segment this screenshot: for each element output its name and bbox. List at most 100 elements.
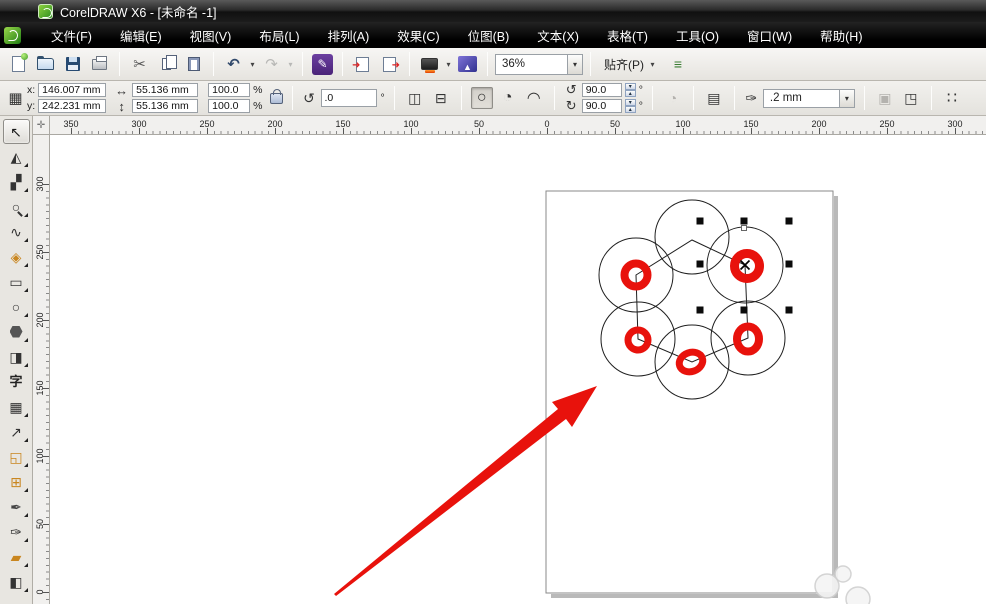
tool-freehand[interactable]: ∿ <box>3 219 30 244</box>
outline-width-combo[interactable]: .2 mm ▾ <box>763 89 855 108</box>
object-width-input[interactable] <box>132 83 198 97</box>
export-button[interactable] <box>377 52 402 77</box>
selection-handle[interactable] <box>786 307 793 314</box>
zoom-level-dropdown[interactable]: ▾ <box>567 55 582 74</box>
item-help[interactable]: 帮助(H) <box>806 22 876 49</box>
copy-button[interactable] <box>154 52 179 77</box>
arc-mode-button[interactable]: ◠ <box>523 87 545 109</box>
tool-crop[interactable]: ▞ <box>3 169 30 194</box>
item-text[interactable]: 文本(X) <box>523 22 593 49</box>
tool-ellipse[interactable]: ○ <box>3 294 30 319</box>
application-launcher-dropdown[interactable]: ▾ <box>444 60 453 69</box>
tool-shape[interactable]: ◭ <box>3 144 30 169</box>
scale-h-input[interactable] <box>208 83 250 97</box>
item-file[interactable]: 文件(F) <box>37 22 106 49</box>
application-launcher-button[interactable] <box>417 52 442 77</box>
menu-items: 文件(F)编辑(E)视图(V)布局(L)排列(A)效果(C)位图(B)文本(X)… <box>37 22 876 49</box>
undo-button[interactable]: ↶ <box>221 52 246 77</box>
redo-dropdown[interactable]: ▾ <box>286 60 295 69</box>
convert-to-curves-button[interactable]: ∷ <box>941 87 963 109</box>
selection-handle[interactable] <box>786 218 793 225</box>
to-front-button[interactable]: ▣ <box>874 87 896 109</box>
end-angle-spinner[interactable]: ▾▴ <box>625 99 636 113</box>
ruler-origin-icon[interactable]: ✛ <box>33 116 50 135</box>
selection-handle[interactable] <box>697 307 704 314</box>
start-angle-input[interactable] <box>582 83 622 97</box>
redo-button[interactable]: ↷ <box>259 52 284 77</box>
cut-button[interactable]: ✂ <box>127 52 152 77</box>
open-button[interactable] <box>33 52 58 77</box>
paste-button[interactable] <box>181 52 206 77</box>
ellipse-node[interactable] <box>742 226 747 231</box>
ellipse-mode-button[interactable]: ○ <box>471 87 493 109</box>
tool-interactive-fill[interactable]: ◧ <box>3 569 30 594</box>
vertical-ruler[interactable]: 300250200150100500 <box>33 135 50 604</box>
item-table[interactable]: 表格(T) <box>593 22 662 49</box>
item-effects[interactable]: 效果(C) <box>383 22 453 49</box>
pie-mode-button[interactable]: ◔ <box>497 87 519 109</box>
item-arrange[interactable]: 排列(A) <box>314 22 384 49</box>
lock-ratio-button[interactable] <box>270 93 283 104</box>
tool-text[interactable]: 字 <box>3 369 30 394</box>
tool-fill[interactable]: ▰ <box>3 544 30 569</box>
options-button[interactable]: ≡ <box>665 52 690 77</box>
import-button[interactable] <box>350 52 375 77</box>
tool-dimension[interactable]: ↗ <box>3 419 30 444</box>
mirror-horizontal-button[interactable]: ◫ <box>404 87 426 109</box>
save-button[interactable] <box>60 52 85 77</box>
selection-handle[interactable] <box>697 218 704 225</box>
new-document-button[interactable] <box>6 52 31 77</box>
x-position-input[interactable] <box>38 83 106 97</box>
item-window[interactable]: 窗口(W) <box>733 22 806 49</box>
text-wrap-button[interactable]: ▤ <box>703 87 725 109</box>
drawing-canvas[interactable] <box>50 135 986 604</box>
outline-width-dropdown[interactable]: ▾ <box>839 90 854 107</box>
item-tools[interactable]: 工具(O) <box>662 22 733 49</box>
tool-outline-pen[interactable]: ✑ <box>3 519 30 544</box>
item-view[interactable]: 视图(V) <box>176 22 246 49</box>
to-back-button[interactable]: ◳ <box>900 87 922 109</box>
item-bitmaps[interactable]: 位图(B) <box>454 22 524 49</box>
object-height-input[interactable] <box>132 99 198 113</box>
tool-basic-shapes[interactable]: ◨ <box>3 344 30 369</box>
start-angle-spinner[interactable]: ▾▴ <box>625 83 636 97</box>
snap-to-dropdown[interactable]: ▾ <box>648 60 657 69</box>
ruler-label: 300 <box>947 119 962 129</box>
scale-v-input[interactable] <box>208 99 250 113</box>
tool-pick[interactable]: ↖ <box>3 119 30 144</box>
tool-polygon[interactable]: ⬡ <box>3 319 30 344</box>
tool-rectangle[interactable]: ▭ <box>3 269 30 294</box>
selection-handle[interactable] <box>741 218 748 225</box>
welcome-screen-button[interactable]: ▲ <box>455 52 480 77</box>
propbar-separator <box>461 86 462 110</box>
snap-to-button[interactable]: 贴齐(P) ▾ <box>598 53 663 76</box>
tool-zoom[interactable]: ○ <box>3 194 30 219</box>
tool-eyedropper[interactable]: ✒ <box>3 494 30 519</box>
tool-connector[interactable]: ◱ <box>3 444 30 469</box>
rotation-angle-input[interactable] <box>321 89 377 107</box>
search-content-button[interactable]: ✎ <box>310 52 335 77</box>
item-layout[interactable]: 布局(L) <box>245 22 313 49</box>
y-position-input[interactable] <box>38 99 106 113</box>
standard-toolbar: ✂ ↶ ▾ ↷ ▾ ✎ ▾ ▲ 36% ▾ 贴齐(P) ▾ ≡ <box>0 48 986 81</box>
tool-blend[interactable]: ⊞ <box>3 469 30 494</box>
window-title: CorelDRAW X6 - [未命名 -1] <box>60 2 217 21</box>
zoom-level-combo[interactable]: 36% ▾ <box>495 54 583 75</box>
horizontal-ruler[interactable]: 35030025020015010050050100150200250300 <box>50 116 986 135</box>
print-button[interactable] <box>87 52 112 77</box>
selection-handle[interactable] <box>741 307 748 314</box>
propbar-separator <box>931 86 932 110</box>
mirror-vertical-button[interactable]: ⊟ <box>430 87 452 109</box>
ruler-label: 150 <box>35 378 45 398</box>
ruler-label: 100 <box>403 119 418 129</box>
tool-smart-fill[interactable]: ◈ <box>3 244 30 269</box>
degree-label: ° <box>381 92 385 104</box>
selection-handle[interactable] <box>697 261 704 268</box>
toolbar-separator <box>342 52 343 76</box>
selection-handle[interactable] <box>786 261 793 268</box>
end-angle-input[interactable] <box>582 99 622 113</box>
item-edit[interactable]: 编辑(E) <box>106 22 176 49</box>
change-direction-button[interactable]: ◔ <box>662 87 684 109</box>
tool-table[interactable]: ▦ <box>3 394 30 419</box>
undo-dropdown[interactable]: ▾ <box>248 60 257 69</box>
